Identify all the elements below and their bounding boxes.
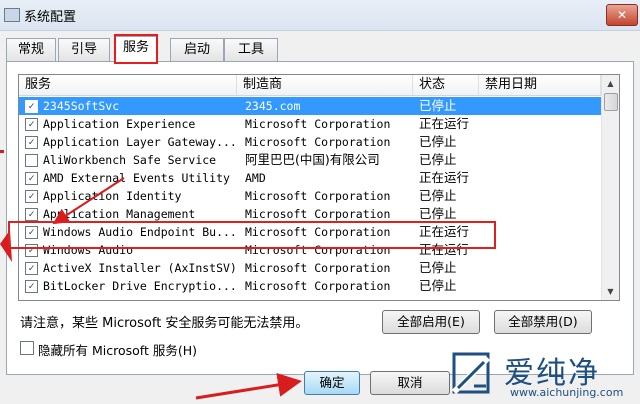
red-dot	[0, 150, 4, 153]
watermark-logo-icon	[451, 352, 491, 395]
watermark-url: www.aichunjing.com	[510, 386, 624, 399]
row-annotation-box	[8, 221, 496, 249]
arrow-to-row	[52, 177, 125, 225]
annotation-arrows	[0, 150, 302, 400]
tab-annotation-box	[114, 34, 158, 64]
arrow-to-ok	[195, 372, 302, 400]
watermark: 爱纯净 www.aichunjing.com	[446, 348, 636, 402]
